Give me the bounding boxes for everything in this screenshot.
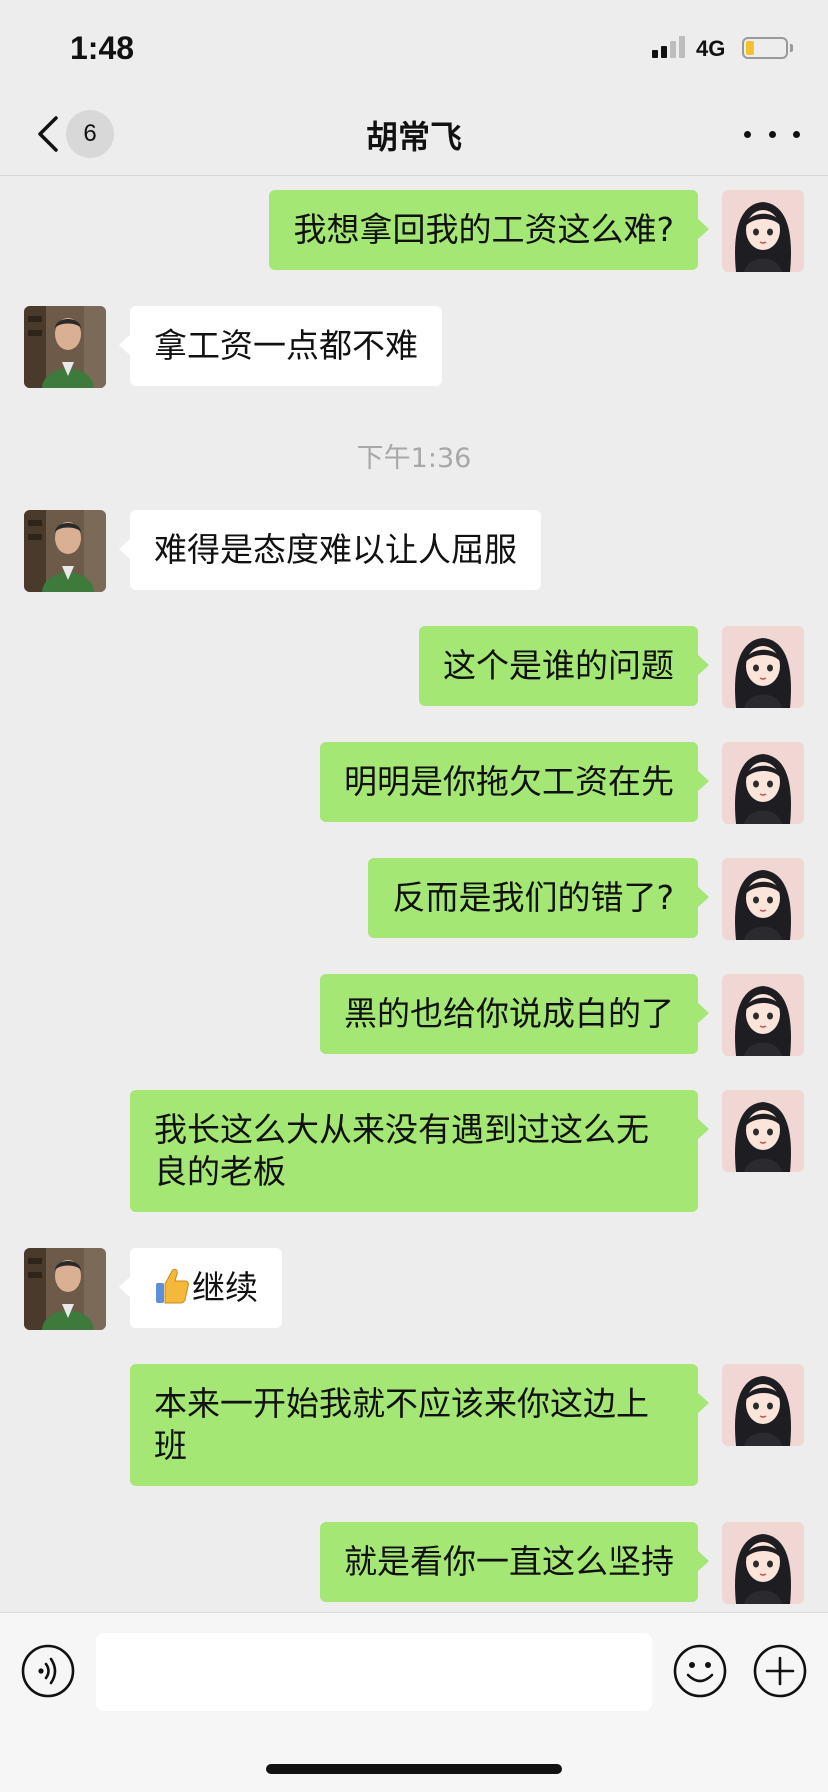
message-text: 本来一开始我就不应该来你这边上 [154,1384,649,1423]
message-text: 良的老板 [154,1152,286,1191]
battery-tip [790,44,793,52]
message-text: 我长这么大从来没有遇到过这么无 [154,1110,649,1149]
message-text: 班 [154,1426,187,1465]
avatar[interactable] [722,190,804,272]
message-bubble[interactable]: 我长这么大从来没有遇到过这么无 良的老板 [130,1090,709,1212]
home-indicator[interactable] [266,1764,562,1774]
message-bubble[interactable]: 反而是我们的错了? [368,858,709,938]
message-text: 明明是你拖欠工资在先 [344,762,674,801]
avatar[interactable] [722,1090,804,1172]
message-input[interactable] [96,1633,652,1711]
signal-icon [652,36,686,58]
message-bubble[interactable]: 明明是你拖欠工资在先 [320,742,709,822]
message-bubble[interactable]: 难得是态度难以让人屈服 [119,510,541,590]
message-text: 这个是谁的问题 [443,646,674,685]
avatar[interactable] [722,974,804,1056]
battery-icon [742,37,788,59]
avatar[interactable] [722,1522,804,1604]
avatar[interactable] [24,510,106,592]
avatar[interactable] [24,306,106,388]
message-bubble[interactable]: 继续 [119,1248,282,1328]
message-bubble[interactable]: 拿工资一点都不难 [119,306,442,386]
more-icon [744,130,751,138]
avatar[interactable] [722,626,804,708]
message-text: 反而是我们的错了? [392,878,674,917]
chat-header: 6 胡常飞 [0,92,828,176]
message-text: 继续 [192,1268,258,1307]
message-text: 就是看你一直这么坚持 [344,1542,674,1581]
message-text: 我想拿回我的工资这么难? [293,210,674,249]
network-label: 4G [696,36,726,61]
thumbs-up-icon [154,1267,190,1305]
voice-icon [21,1644,75,1698]
status-time: 1:48 [70,30,135,66]
message-text: 难得是态度难以让人屈服 [154,530,517,569]
avatar[interactable] [722,1364,804,1446]
emoji-button[interactable] [672,1643,728,1699]
plus-button[interactable] [752,1643,808,1699]
status-bar: 1:48 4G [0,0,828,92]
message-bubble[interactable]: 我想拿回我的工资这么难? [269,190,709,270]
avatar[interactable] [722,858,804,940]
avatar[interactable] [24,1248,106,1330]
message-bubble[interactable]: 这个是谁的问题 [419,626,709,706]
message-text: 黑的也给你说成白的了 [344,994,674,1033]
plus-icon [753,1644,807,1698]
chat-title: 胡常飞 [365,118,462,156]
message-bubble[interactable]: 本来一开始我就不应该来你这边上班 [130,1364,709,1486]
more-button[interactable] [744,114,800,154]
message-bubble[interactable]: 就是看你一直这么坚持 [320,1522,709,1602]
avatar[interactable] [722,742,804,824]
voice-button[interactable] [20,1643,76,1699]
emoji-icon [673,1644,727,1698]
message-bubble[interactable]: 黑的也给你说成白的了 [320,974,709,1054]
timestamp-separator: 下午1:36 [356,443,472,474]
message-text: 拿工资一点都不难 [154,326,418,365]
